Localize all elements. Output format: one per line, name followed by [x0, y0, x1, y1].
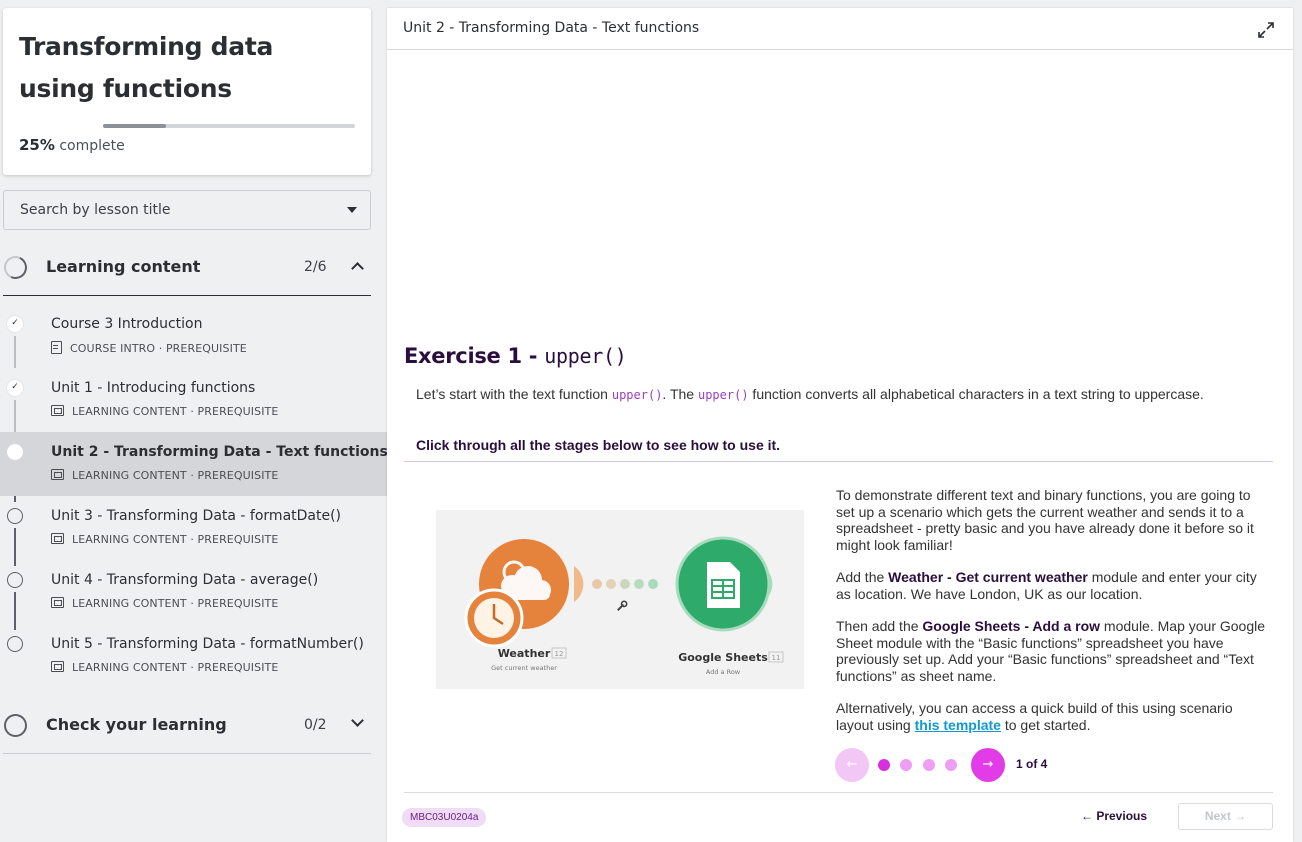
pager-dot-1[interactable] [878, 759, 890, 771]
caret-down-icon [347, 207, 357, 213]
body-paragraph: Then add the Google Sheets - Add a row m… [836, 618, 1266, 684]
body-paragraph: Add the Weather - Get current weather mo… [836, 569, 1257, 602]
lesson-panel: Unit 2 - Transforming Data - Text functi… [387, 8, 1293, 842]
course-progress-bar [103, 124, 355, 128]
course-card: Transforming data using functions 25% co… [3, 8, 371, 175]
lesson-meta: LEARNING CONTENT · PREREQUISITE [51, 469, 278, 482]
lesson-title: Unit 2 - Transforming Data - Text functi… [51, 444, 388, 460]
connector-dots [592, 579, 658, 589]
empty-circle-icon [7, 508, 23, 524]
svg-text:Weather: Weather [498, 647, 551, 660]
lesson-title: Unit 1 - Introducing functions [51, 380, 256, 396]
svg-text:12: 12 [555, 650, 564, 658]
checkmark-icon: ✓ [7, 316, 23, 332]
svg-text:11: 11 [772, 654, 781, 662]
lesson-meta: LEARNING CONTENT · PREREQUISITE [51, 597, 278, 610]
slides-icon [51, 661, 64, 672]
lesson-meta: LEARNING CONTENT · PREREQUISITE [51, 661, 278, 674]
stage-pager: ← → 1 of 4 [835, 748, 1075, 782]
lesson-item-unit-2[interactable]: Unit 2 - Transforming Data - Text functi… [0, 432, 388, 496]
checkmark-icon: ✓ [7, 380, 23, 396]
lesson-search-dropdown[interactable]: Search by lesson title [3, 190, 371, 230]
exercise-intro: Let’s start with the text function upper… [416, 386, 1204, 402]
section-title: Check your learning [46, 715, 227, 734]
lesson-header: Unit 2 - Transforming Data - Text functi… [387, 8, 1293, 50]
next-button[interactable]: Next → [1178, 803, 1273, 830]
previous-button[interactable]: ← Previous [1081, 809, 1147, 823]
divider [404, 792, 1273, 793]
lesson-meta: LEARNING CONTENT · PREREQUISITE [51, 533, 278, 546]
lesson-code-badge: MBC03U0204a [402, 808, 487, 827]
slides-icon [51, 533, 64, 544]
progress-percent: 25% [19, 136, 55, 154]
lesson-item-unit-3[interactable]: Unit 3 - Transforming Data - formatDate(… [0, 496, 387, 560]
pager-count: 1 of 4 [1016, 757, 1048, 771]
lesson-meta: COURSE INTRO · PREREQUISITE [51, 341, 247, 355]
lesson-title: Unit 5 - Transforming Data - formatNumbe… [51, 636, 364, 652]
slides-icon [51, 469, 64, 480]
svg-text:Add a Row: Add a Row [706, 668, 741, 676]
lesson-item-unit-4[interactable]: Unit 4 - Transforming Data - average() L… [0, 560, 387, 624]
section-count: 2/6 [304, 259, 327, 275]
search-placeholder: Search by lesson title [20, 202, 171, 218]
pager-dot-4[interactable] [945, 759, 957, 771]
document-icon [51, 341, 62, 354]
section-count: 0/2 [304, 717, 327, 733]
progress-ring-icon [0, 252, 31, 283]
course-progress-fill [103, 124, 166, 128]
pager-prev-button[interactable]: ← [835, 748, 869, 782]
chevron-down-icon[interactable] [351, 714, 364, 727]
progress-ring-icon [4, 714, 27, 737]
chevron-up-icon[interactable] [351, 262, 364, 275]
course-title: Transforming data using functions [19, 32, 274, 103]
pager-dot-2[interactable] [900, 759, 912, 771]
slides-icon [51, 405, 64, 416]
exercise-title: Exercise 1 - upper() [404, 344, 627, 368]
wrench-icon [617, 600, 628, 611]
body-paragraph: Alternatively, you can access a quick bu… [836, 700, 1233, 733]
progress-suffix: complete [59, 138, 125, 154]
section-check-your-learning[interactable]: Check your learning 0/2 [3, 696, 371, 754]
pager-next-button[interactable]: → [971, 748, 1005, 782]
pager-dot-3[interactable] [923, 759, 935, 771]
template-link[interactable]: this template [915, 717, 1001, 733]
lesson-item-unit-5[interactable]: Unit 5 - Transforming Data - formatNumbe… [0, 624, 387, 688]
section-title: Learning content [46, 257, 201, 276]
lesson-item-course-3-introduction[interactable]: ✓ Course 3 Introduction COURSE INTRO · P… [0, 304, 387, 368]
lesson-meta: LEARNING CONTENT · PREREQUISITE [51, 405, 278, 418]
lesson-title: Unit 3 - Transforming Data - formatDate(… [51, 508, 342, 524]
lesson-item-unit-1[interactable]: ✓ Unit 1 - Introducing functions LEARNIN… [0, 368, 387, 432]
divider [404, 461, 1273, 462]
empty-circle-icon [7, 572, 23, 588]
lesson-title: Course 3 Introduction [51, 316, 203, 332]
exercise-body: To demonstrate different text and binary… [836, 487, 1272, 749]
exercise-instruction: Click through all the stages below to se… [416, 437, 781, 453]
course-progress-text: 25% complete [19, 136, 125, 154]
lesson-title: Unit 4 - Transforming Data - average() [51, 572, 319, 588]
current-lesson-dot-icon [7, 444, 23, 460]
body-paragraph: To demonstrate different text and binary… [836, 487, 1254, 553]
svg-text:Get current weather: Get current weather [491, 664, 557, 672]
scenario-image: Weather 12 Get current weather Google Sh… [436, 510, 804, 689]
svg-text:Google Sheets: Google Sheets [678, 651, 768, 664]
slides-icon [51, 597, 64, 608]
empty-circle-icon [7, 636, 23, 652]
expand-icon[interactable] [1257, 21, 1275, 39]
section-learning-content[interactable]: Learning content 2/6 [0, 238, 371, 296]
lesson-header-title: Unit 2 - Transforming Data - Text functi… [403, 20, 700, 36]
